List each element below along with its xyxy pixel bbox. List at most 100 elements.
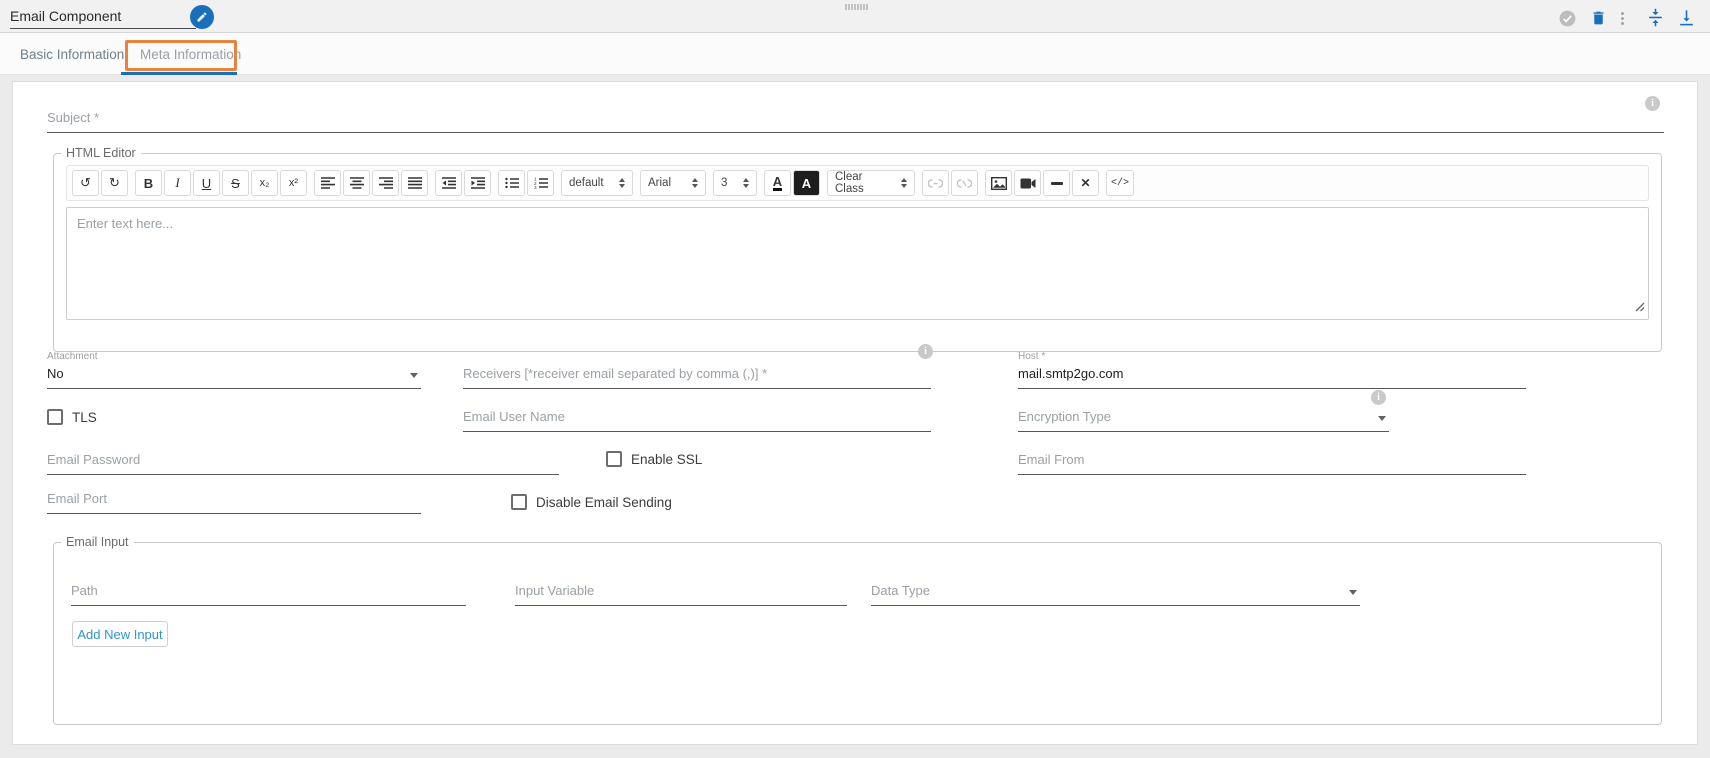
ordered-list-button[interactable]: 123 <box>527 170 554 196</box>
input-variable-field-wrap <box>515 579 847 606</box>
align-bottom-button[interactable] <box>1676 7 1696 27</box>
email-from-input[interactable] <box>1018 448 1526 475</box>
kebab-menu-icon <box>1614 10 1631 27</box>
host-label: Host * <box>1018 351 1045 362</box>
more-options-button[interactable] <box>1612 8 1632 28</box>
disable-email-sending-checkbox-row[interactable]: Disable Email Sending <box>511 494 672 510</box>
data-type-select[interactable] <box>871 579 1360 606</box>
code-view-button[interactable]: </> <box>1106 170 1134 196</box>
select-updown-icon <box>901 178 907 188</box>
html-editor-fieldset: HTML Editor ↺ ↻ B I U S x₂ x² <box>53 146 1662 352</box>
superscript-button[interactable]: x² <box>280 170 307 196</box>
active-tab-indicator <box>121 72 237 75</box>
component-name-input[interactable] <box>10 4 196 29</box>
add-new-input-button[interactable]: Add New Input <box>72 621 168 647</box>
paragraph-style-select[interactable]: default <box>561 170 633 196</box>
email-from-field-wrap <box>1018 448 1526 475</box>
delete-button[interactable] <box>1588 8 1608 28</box>
background-color-button[interactable]: A <box>793 170 820 196</box>
meta-information-panel: i HTML Editor ↺ ↻ B I U S x₂ x² <box>12 81 1698 745</box>
tls-checkbox-row[interactable]: TLS <box>47 409 97 425</box>
undo-button[interactable]: ↺ <box>72 170 99 196</box>
attachment-label: Attachment <box>47 351 98 362</box>
edit-name-button[interactable] <box>190 5 214 29</box>
editor-toolbar: ↺ ↻ B I U S x₂ x² <box>66 165 1649 201</box>
encryption-type-select[interactable] <box>1018 405 1389 432</box>
data-type-field-wrap <box>871 579 1360 606</box>
font-color-button[interactable]: A <box>764 170 791 196</box>
link-button[interactable] <box>922 170 949 196</box>
font-family-select[interactable]: Arial <box>640 170 706 196</box>
redo-button[interactable]: ↻ <box>101 170 128 196</box>
disable-email-sending-checkbox[interactable] <box>511 494 527 510</box>
justify-icon <box>408 177 422 189</box>
tab-meta-information[interactable]: Meta Information <box>140 33 241 75</box>
encryption-type-field-wrap <box>1018 405 1389 432</box>
clear-formatting-button[interactable]: ✕ <box>1072 170 1099 196</box>
strikethrough-button[interactable]: S <box>222 170 249 196</box>
enable-ssl-checkbox-row[interactable]: Enable SSL <box>606 451 702 467</box>
unlink-button[interactable] <box>951 170 978 196</box>
path-input[interactable] <box>71 579 466 606</box>
size-select-value: 3 <box>721 177 727 189</box>
vertical-align-bottom-icon <box>1677 8 1696 27</box>
remove-icon: ✕ <box>1080 176 1090 190</box>
subject-input[interactable] <box>47 106 1664 133</box>
ordered-list-icon: 123 <box>534 177 548 189</box>
pencil-icon <box>196 11 208 23</box>
html-editor-legend: HTML Editor <box>61 146 141 160</box>
host-input[interactable] <box>1018 362 1526 389</box>
trash-icon <box>1590 9 1607 27</box>
align-center-button[interactable] <box>343 170 370 196</box>
font-size-select[interactable]: 3 <box>713 170 757 196</box>
horizontal-rule-button[interactable] <box>1043 170 1070 196</box>
email-port-input[interactable] <box>47 487 421 514</box>
email-password-input[interactable] <box>47 448 559 475</box>
input-variable-input[interactable] <box>515 579 847 606</box>
tab-basic-information[interactable]: Basic Information <box>20 33 124 75</box>
select-updown-icon <box>743 178 749 188</box>
vertical-align-center-icon <box>1646 8 1665 27</box>
drag-handle[interactable] <box>845 4 868 10</box>
encryption-type-info-icon[interactable]: i <box>1371 390 1386 405</box>
subject-field-wrap <box>47 106 1664 133</box>
host-field-wrap: Host * <box>1018 362 1526 389</box>
validate-button[interactable] <box>1557 8 1577 28</box>
attachment-select[interactable] <box>47 362 421 389</box>
path-field-wrap <box>71 579 466 606</box>
subscript-button[interactable]: x₂ <box>251 170 278 196</box>
unordered-list-button[interactable] <box>498 170 525 196</box>
outdent-button[interactable] <box>435 170 462 196</box>
clear-class-select[interactable]: Clear Class <box>827 170 915 196</box>
align-left-button[interactable] <box>314 170 341 196</box>
italic-button[interactable]: I <box>164 170 191 196</box>
indent-icon <box>471 177 485 189</box>
outdent-icon <box>442 177 456 189</box>
editor-resize-handle[interactable] <box>1632 299 1645 317</box>
unordered-list-icon <box>505 177 519 189</box>
insert-video-button[interactable] <box>1014 170 1041 196</box>
editor-placeholder: Enter text here... <box>77 216 173 231</box>
email-user-name-field-wrap <box>463 405 931 432</box>
insert-image-button[interactable] <box>985 170 1012 196</box>
justify-button[interactable] <box>401 170 428 196</box>
email-port-field-wrap <box>47 487 421 514</box>
top-bar <box>0 0 1710 33</box>
bold-button[interactable]: B <box>135 170 162 196</box>
collapse-vertical-button[interactable] <box>1645 7 1665 27</box>
code-view-icon: </> <box>1111 178 1129 189</box>
tls-checkbox[interactable] <box>47 409 63 425</box>
receivers-input[interactable] <box>463 362 931 389</box>
tab-meta-label: Meta Information <box>140 47 241 62</box>
receivers-info-icon[interactable]: i <box>918 344 933 359</box>
tab-basic-label: Basic Information <box>20 47 124 62</box>
editor-content-area[interactable]: Enter text here... <box>66 207 1649 320</box>
email-user-name-input[interactable] <box>463 405 931 432</box>
indent-button[interactable] <box>464 170 491 196</box>
align-center-icon <box>350 177 364 189</box>
enable-ssl-label: Enable SSL <box>631 452 702 467</box>
align-right-button[interactable] <box>372 170 399 196</box>
attachment-field-wrap: Attachment <box>47 362 421 389</box>
underline-button[interactable]: U <box>193 170 220 196</box>
enable-ssl-checkbox[interactable] <box>606 451 622 467</box>
